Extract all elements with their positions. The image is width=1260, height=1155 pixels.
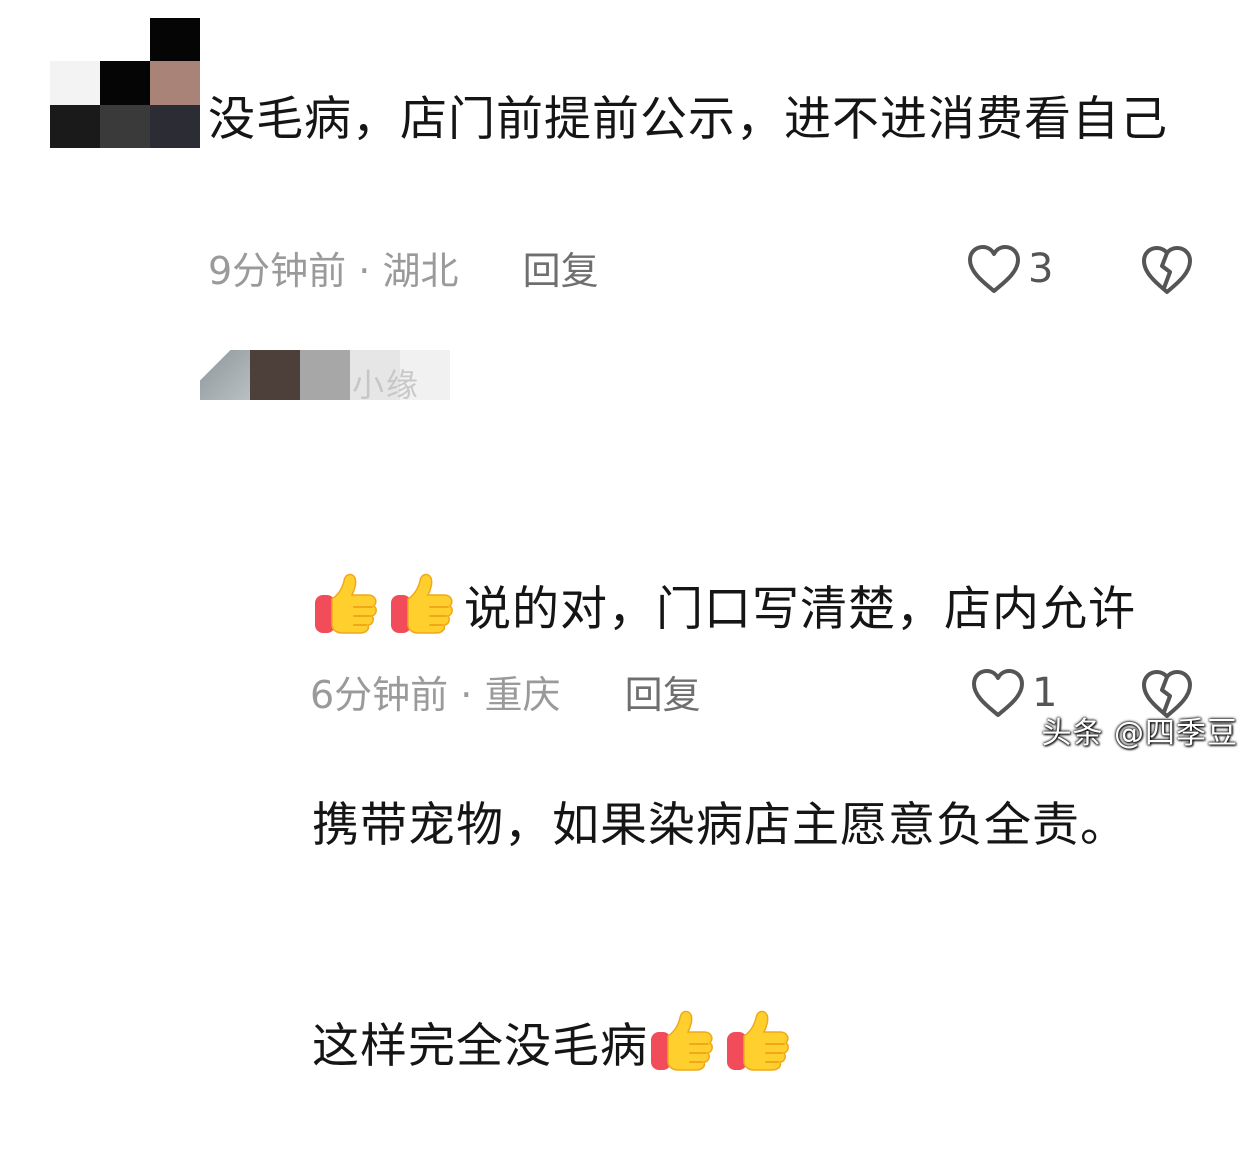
broken-heart-icon	[1140, 246, 1194, 300]
comment-time: 6分钟前	[310, 673, 449, 717]
like-count: 3	[1028, 246, 1054, 292]
comment-line-1-text: 说的对，门口写清楚，店内允许	[464, 582, 1136, 637]
meta-separator: ·	[358, 249, 371, 293]
reply-button[interactable]: 回复	[625, 673, 701, 717]
watermark: 头条 @四季豆	[1041, 716, 1238, 751]
avatar-user1[interactable]	[50, 18, 200, 148]
heart-outline-icon	[970, 667, 1026, 719]
reply-button[interactable]: 回复	[523, 249, 599, 293]
comment-location: 重庆	[484, 673, 561, 717]
comment-line-3-text: 这样完全没毛病	[312, 1019, 648, 1074]
comment-line-3: 这样完全没毛病	[312, 1006, 1212, 1083]
comment-line-1: 说的对，门口写清楚，店内允许	[312, 569, 1212, 646]
comment-meta-1: 9分钟前 · 湖北 回复	[208, 246, 599, 296]
heart-outline-icon	[966, 243, 1022, 295]
thumbs-up-emoji-icon	[388, 569, 458, 635]
thumbs-up-emoji-icon	[724, 1006, 794, 1072]
comment-line-2: 携带宠物，如果染病店主愿意负全责。	[312, 798, 1128, 853]
username-2[interactable]: 小缘	[352, 368, 420, 400]
comment-meta-2: 6分钟前 · 重庆 回复	[310, 670, 701, 720]
comment-location: 湖北	[382, 249, 459, 293]
comment-text-1: 没毛病，店门前提前公示，进不进消费看自己	[208, 92, 1168, 147]
meta-separator: ·	[460, 673, 473, 717]
comment-text-2: 说的对，门口写清楚，店内允许 携带宠物，如果染病店主愿意负全责。 这样完全没毛病	[312, 425, 1212, 1155]
dislike-button[interactable]	[1140, 244, 1194, 300]
thumbs-up-emoji-icon	[312, 569, 382, 635]
comment-time: 9分钟前	[208, 249, 347, 293]
thumbs-up-emoji-icon	[648, 1006, 718, 1072]
like-button[interactable]: 3	[966, 243, 1053, 295]
avatar-user2[interactable]: 小缘	[200, 350, 450, 400]
